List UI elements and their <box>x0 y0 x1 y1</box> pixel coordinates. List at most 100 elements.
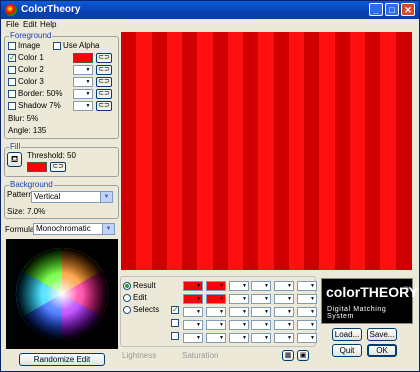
shadow-dropdown[interactable]: ▼ <box>73 101 93 111</box>
swatch-dropdown-cell[interactable]: ▼ <box>251 281 271 291</box>
use-alpha-checkbox[interactable] <box>53 42 61 50</box>
swatch-dropdown-cell[interactable]: ▼ <box>229 320 249 330</box>
preview-stripe <box>380 32 397 270</box>
chevron-down-icon: ▼ <box>287 309 292 315</box>
quit-button[interactable]: Quit <box>332 344 362 357</box>
edit-radio[interactable] <box>123 294 131 302</box>
window-title: ColorTheory <box>21 4 81 15</box>
color-wheel[interactable] <box>6 239 118 349</box>
shadow-eyedropper-button[interactable]: ⊂⊃ <box>96 101 112 111</box>
chevron-down-icon: ▼ <box>85 103 91 109</box>
save-button[interactable]: Save... <box>367 328 397 341</box>
minimize-button[interactable]: _ <box>369 3 383 16</box>
swatch-dropdown-cell[interactable]: ▼ <box>251 320 271 330</box>
swatch-dropdown-cell[interactable]: ▼ <box>274 281 294 291</box>
blur-readout[interactable]: Blur: 5% <box>8 114 38 123</box>
preview-stripe <box>395 32 412 270</box>
swatch-dropdown-cell[interactable]: ▼ <box>183 294 203 304</box>
monitor-view-button[interactable]: ▣ <box>297 350 309 361</box>
size-readout[interactable]: Size: 7.0% <box>7 207 45 216</box>
chevron-down-icon: ▼ <box>196 283 201 289</box>
logo-subtitle: Digital Matching System <box>327 306 387 320</box>
shadow-checkbox[interactable] <box>8 102 16 110</box>
image-checkbox[interactable] <box>8 42 16 50</box>
formula-select[interactable]: Monochromatic ▼ <box>33 223 115 235</box>
swatch-dropdown-cell[interactable]: ▼ <box>251 333 271 343</box>
swatch-dropdown-cell[interactable]: ▼ <box>229 294 249 304</box>
fill-bucket-button[interactable]: ⛾ <box>7 152 22 167</box>
preview-stripe <box>365 32 382 270</box>
swatch-dropdown-cell[interactable]: ▼ <box>251 307 271 317</box>
swatch-dropdown-cell[interactable]: ▼ <box>297 281 317 291</box>
grid-view-button[interactable]: ▦ <box>282 350 294 361</box>
saturation-label: Saturation <box>182 351 219 360</box>
swatch-dropdown-cell[interactable]: ▼ <box>297 320 317 330</box>
menu-file[interactable]: File <box>6 20 19 29</box>
swatch-dropdown-cell[interactable]: ▼ <box>206 307 226 317</box>
selects-label: Selects <box>133 305 160 314</box>
status-bar: Lightness Saturation ▦ ▣ <box>120 349 316 363</box>
chevron-down-icon: ▼ <box>310 296 315 302</box>
swatch-dropdown-cell[interactable]: ▼ <box>229 307 249 317</box>
selects-row3-checkbox[interactable] <box>171 332 179 340</box>
swatch-dropdown-cell[interactable]: ▼ <box>274 294 294 304</box>
selects-row1-checkbox[interactable]: ✓ <box>171 306 179 314</box>
swatch-dropdown-cell[interactable]: ▼ <box>274 307 294 317</box>
color2-label: Color 2 <box>18 65 44 74</box>
color3-checkbox[interactable] <box>8 78 16 86</box>
border-dropdown[interactable]: ▼ <box>73 89 93 99</box>
swatch-dropdown-cell[interactable]: ▼ <box>229 281 249 291</box>
fill-label: Fill <box>9 142 22 151</box>
swatch-dropdown-cell[interactable]: ▼ <box>183 307 203 317</box>
swatch-dropdown-cell[interactable]: ▼ <box>206 294 226 304</box>
swatch-dropdown-cell[interactable]: ▼ <box>206 281 226 291</box>
randomize-edit-button[interactable]: Randomize Edit <box>19 353 105 366</box>
swatch-dropdown-cell[interactable]: ▼ <box>297 294 317 304</box>
ok-button[interactable]: OK <box>367 344 397 357</box>
chevron-down-icon: ▼ <box>219 283 224 289</box>
swatch-dropdown-cell[interactable]: ▼ <box>183 333 203 343</box>
color2-checkbox[interactable] <box>8 66 16 74</box>
selects-row2-checkbox[interactable] <box>171 319 179 327</box>
preview-stripe <box>166 32 183 270</box>
title-bar[interactable]: ColorTheory _ □ ✕ <box>1 1 419 19</box>
swatch-dropdown-cell[interactable]: ▼ <box>229 333 249 343</box>
pattern-select[interactable]: Vertical ▼ <box>31 191 113 203</box>
menu-help[interactable]: Help <box>40 20 56 29</box>
swatch-dropdown-cell[interactable]: ▼ <box>183 281 203 291</box>
chevron-down-icon: ▼ <box>219 296 224 302</box>
color3-eyedropper-button[interactable]: ⊂⊃ <box>96 77 112 87</box>
swatch-dropdown-cell[interactable]: ▼ <box>206 320 226 330</box>
fill-color-swatch[interactable] <box>27 162 47 172</box>
color-preview[interactable] <box>121 32 412 270</box>
formula-value: Monochromatic <box>36 224 91 233</box>
color2-eyedropper-button[interactable]: ⊂⊃ <box>96 65 112 75</box>
maximize-button[interactable]: □ <box>385 3 399 16</box>
close-button[interactable]: ✕ <box>401 3 415 16</box>
swatch-dropdown-cell[interactable]: ▼ <box>251 294 271 304</box>
angle-readout[interactable]: Angle: 135 <box>8 126 46 135</box>
colortheory-window: ColorTheory _ □ ✕ File Edit Help Foregro… <box>0 0 420 372</box>
swatch-dropdown-cell[interactable]: ▼ <box>297 307 317 317</box>
swatch-dropdown-cell[interactable]: ▼ <box>274 333 294 343</box>
fill-eyedropper-button[interactable]: ⊂⊃ <box>50 162 66 172</box>
swatch-dropdown-cell[interactable]: ▼ <box>274 320 294 330</box>
menu-edit[interactable]: Edit <box>23 20 37 29</box>
color1-checkbox[interactable]: ✓ <box>8 54 16 62</box>
swatch-dropdown-cell[interactable]: ▼ <box>206 333 226 343</box>
swatch-dropdown-cell[interactable]: ▼ <box>297 333 317 343</box>
color3-dropdown[interactable]: ▼ <box>73 77 93 87</box>
threshold-readout[interactable]: Threshold: 50 <box>27 151 76 160</box>
result-radio[interactable] <box>123 282 131 290</box>
border-eyedropper-button[interactable]: ⊂⊃ <box>96 89 112 99</box>
preview-stripe <box>227 32 244 270</box>
selects-radio[interactable] <box>123 306 131 314</box>
color1-eyedropper-button[interactable]: ⊂⊃ <box>96 53 112 63</box>
color2-dropdown[interactable]: ▼ <box>73 65 93 75</box>
preview-stripe <box>349 32 366 270</box>
preview-stripe <box>319 32 336 270</box>
swatch-dropdown-cell[interactable]: ▼ <box>183 320 203 330</box>
load-button[interactable]: Load... <box>332 328 362 341</box>
color1-swatch[interactable] <box>73 53 93 63</box>
border-checkbox[interactable] <box>8 90 16 98</box>
